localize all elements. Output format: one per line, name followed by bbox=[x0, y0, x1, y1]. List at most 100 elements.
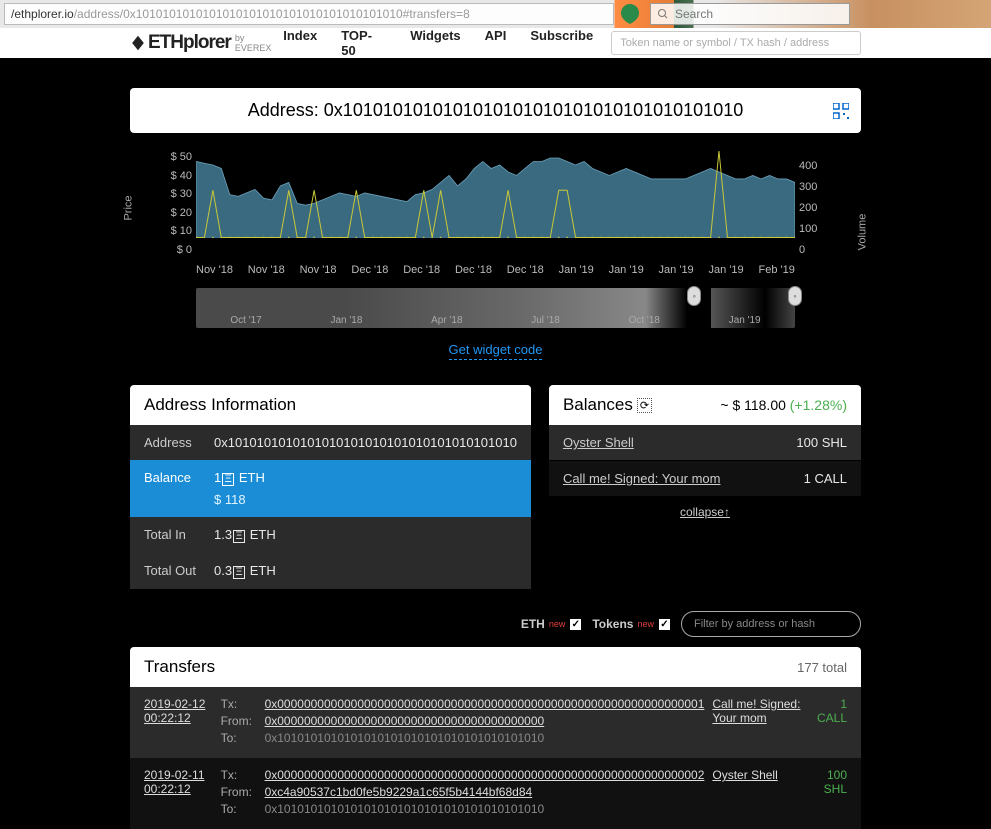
info-address-row: Address 0x101010101010101010101010101010… bbox=[130, 425, 531, 460]
chart-canvas bbox=[196, 151, 795, 238]
address-value: 0x10101010101010101010101010101010101010… bbox=[324, 100, 743, 120]
chart-y-left-ticks: $ 50$ 40$ 30$ 20$ 10$ 0 bbox=[152, 151, 192, 256]
address-info-header: Address Information bbox=[130, 385, 531, 425]
address-info-panel: Address Information Address 0x1010101010… bbox=[130, 385, 531, 589]
url-bar[interactable]: /ethplorer.io/address/0x1010101010101010… bbox=[4, 3, 614, 25]
info-balance-value: 1Ξ ETH bbox=[214, 470, 265, 486]
logo-text: ETHplorer bbox=[148, 32, 231, 54]
from-prefix: From: bbox=[221, 714, 259, 728]
info-totalin-row: Total In 1.3Ξ ETH bbox=[130, 517, 531, 553]
address-label: Address: bbox=[248, 100, 319, 120]
qr-icon[interactable] bbox=[833, 103, 849, 119]
balances-pct: (+1.28%) bbox=[790, 397, 847, 413]
tx-token-1[interactable]: Oyster Shell bbox=[712, 768, 802, 819]
browser-search-placeholder: Search bbox=[675, 7, 713, 21]
token-search[interactable]: Token name or symbol / TX hash / address bbox=[611, 31, 861, 55]
chart-brush[interactable]: Oct '17Jan '18Apr '18Jul '18Oct '18Jan '… bbox=[196, 288, 795, 328]
tx-prefix: Tx: bbox=[221, 697, 259, 711]
info-address-label: Address bbox=[144, 435, 214, 450]
tx-prefix-1: Tx: bbox=[221, 768, 259, 782]
filter-placeholder: Filter by address or hash bbox=[694, 618, 815, 630]
balances-total: ~ $ 118.00 (+1.28%) bbox=[720, 397, 847, 413]
nav-links: Index TOP-50 Widgets API Subscribe bbox=[283, 28, 593, 58]
tx-amount-1: 100 SHL bbox=[810, 768, 847, 819]
tx-to-0: 0x10101010101010101010101010101010101010… bbox=[265, 731, 545, 745]
brush-ticks: Oct '17Jan '18Apr '18Jul '18Oct '18Jan '… bbox=[196, 315, 795, 326]
search-icon bbox=[657, 8, 669, 20]
balance-amount-1: 1 CALL bbox=[804, 471, 847, 486]
to-prefix-1: To: bbox=[221, 802, 259, 816]
transfers-total: 177 total bbox=[797, 660, 847, 675]
info-totalin-value: 1.3Ξ ETH bbox=[214, 527, 276, 543]
new-tag: new bbox=[549, 619, 566, 629]
nav-api[interactable]: API bbox=[485, 28, 507, 58]
chart-y-right-ticks: 4003002001000 bbox=[799, 151, 839, 256]
refresh-icon[interactable]: ⟳ bbox=[637, 398, 652, 413]
url-domain: /ethplorer.io bbox=[11, 7, 74, 21]
tx-date-0[interactable]: 2019-02-12 00:22:12 bbox=[144, 697, 213, 748]
brush-handle-right[interactable]: ◦ bbox=[788, 286, 802, 306]
logo-sub: by EVEREX bbox=[235, 33, 283, 53]
transfer-row-0: 2019-02-12 00:22:12 Tx: 0x000000000000000… bbox=[130, 687, 861, 758]
balances-panel: Balances ⟳ ~ $ 118.00 (+1.28%) Oyster Sh… bbox=[549, 385, 861, 527]
info-totalout-label: Total Out bbox=[144, 563, 214, 579]
tx-to-1: 0x10101010101010101010101010101010101010… bbox=[265, 802, 545, 816]
nav-widgets[interactable]: Widgets bbox=[410, 28, 460, 58]
browser-bar: /ethplorer.io/address/0x1010101010101010… bbox=[0, 0, 991, 28]
filter-eth[interactable]: ETH new ✓ bbox=[521, 617, 583, 631]
transfers-filter: ETH new ✓ Tokens new ✓ Filter by address… bbox=[130, 611, 861, 637]
info-totalout-row: Total Out 0.3Ξ ETH bbox=[130, 553, 531, 589]
chart-y-left-label: Price bbox=[123, 195, 135, 220]
nav-subscribe[interactable]: Subscribe bbox=[530, 28, 593, 58]
nav-index[interactable]: Index bbox=[283, 28, 317, 58]
tx-amount-0: 1 CALL bbox=[810, 697, 847, 748]
logo[interactable]: ETHplorer by EVEREX bbox=[130, 32, 283, 54]
tx-token-0[interactable]: Call me! Signed: Your mom bbox=[712, 697, 802, 748]
balances-title: Balances bbox=[563, 395, 633, 415]
checkbox-tokens[interactable]: ✓ bbox=[658, 618, 671, 631]
info-balance-label: Balance bbox=[144, 470, 214, 507]
transfers-title: Transfers bbox=[144, 657, 215, 677]
balance-name-0[interactable]: Oyster Shell bbox=[563, 435, 634, 450]
logo-icon bbox=[130, 35, 146, 51]
balances-header: Balances ⟳ ~ $ 118.00 (+1.28%) bbox=[549, 385, 861, 425]
top-nav: ETHplorer by EVEREX Index TOP-50 Widgets… bbox=[0, 28, 991, 58]
price-chart[interactable]: Price Volume $ 50$ 40$ 30$ 20$ 10$ 0 400… bbox=[130, 151, 861, 276]
info-balance-row: Balance 1Ξ ETH $ 118 bbox=[130, 460, 531, 517]
transfer-row-1: 2019-02-11 00:22:12 Tx: 0x000000000000000… bbox=[130, 758, 861, 829]
balance-row-1[interactable]: Call me! Signed: Your mom 1 CALL bbox=[549, 461, 861, 497]
balances-approx: ~ $ 118.00 bbox=[720, 397, 786, 413]
tx-date-1[interactable]: 2019-02-11 00:22:12 bbox=[144, 768, 213, 819]
checkbox-eth[interactable]: ✓ bbox=[569, 618, 582, 631]
info-totalin-label: Total In bbox=[144, 527, 214, 543]
to-prefix: To: bbox=[221, 731, 259, 745]
tx-hash-1[interactable]: 0x00000000000000000000000000000000000000… bbox=[265, 768, 705, 782]
widget-link-wrap: Get widget code bbox=[130, 342, 861, 357]
balance-amount-0: 100 SHL bbox=[796, 435, 847, 450]
browser-search[interactable]: Search bbox=[650, 3, 850, 25]
new-tag-2: new bbox=[637, 619, 654, 629]
address-info-title: Address Information bbox=[144, 395, 296, 415]
chart-x-ticks: Nov '18Nov '18Nov '18Dec '18Dec '18Dec '… bbox=[196, 264, 795, 276]
balances-collapse[interactable]: collapse↑ bbox=[549, 497, 861, 527]
url-path: /address/0x10101010101010101010101010101… bbox=[74, 7, 470, 21]
tx-from-0[interactable]: 0x00000000000000000000000000000000000000… bbox=[265, 714, 545, 728]
chart-y-right-label: Volume bbox=[857, 213, 869, 250]
tx-hash-0[interactable]: 0x00000000000000000000000000000000000000… bbox=[265, 697, 705, 711]
info-balance-usd: $ 118 bbox=[214, 492, 265, 507]
transfers-header: Transfers 177 total bbox=[130, 647, 861, 687]
address-panel: Address: 0x10101010101010101010101010101… bbox=[130, 88, 861, 133]
info-address-value: 0x10101010101010101010101010101010101010… bbox=[214, 435, 517, 450]
leaf-icon bbox=[618, 2, 642, 26]
balance-row-0[interactable]: Oyster Shell 100 SHL bbox=[549, 425, 861, 461]
get-widget-link[interactable]: Get widget code bbox=[449, 342, 543, 360]
nav-top50[interactable]: TOP-50 bbox=[341, 28, 386, 58]
tx-from-1[interactable]: 0xc4a90537c1bd0fe5b9229a1c65f5b4144bf68d… bbox=[265, 785, 533, 799]
token-search-placeholder: Token name or symbol / TX hash / address bbox=[620, 37, 829, 49]
filter-input[interactable]: Filter by address or hash bbox=[681, 611, 861, 637]
from-prefix-1: From: bbox=[221, 785, 259, 799]
filter-tokens[interactable]: Tokens new ✓ bbox=[592, 617, 671, 631]
brush-handle-left[interactable]: ◦ bbox=[687, 286, 701, 306]
balance-name-1[interactable]: Call me! Signed: Your mom bbox=[563, 471, 721, 486]
info-totalout-value: 0.3Ξ ETH bbox=[214, 563, 276, 579]
